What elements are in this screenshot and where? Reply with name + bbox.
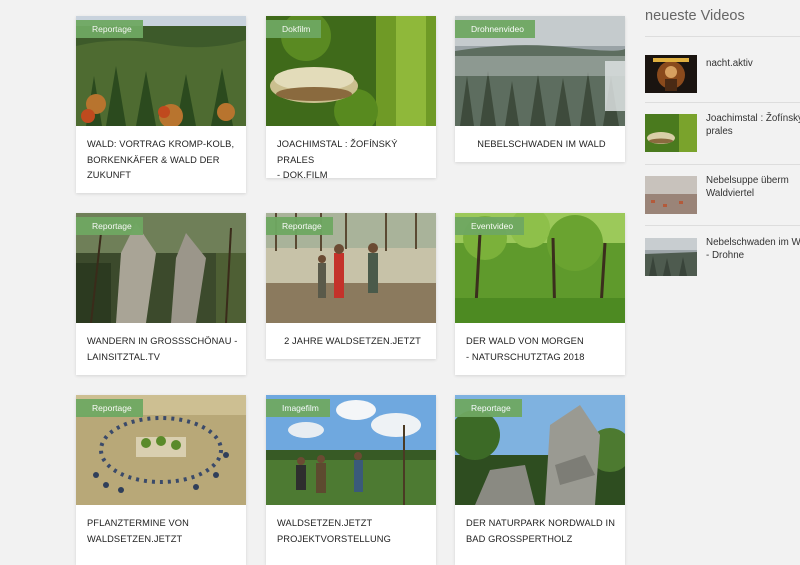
video-thumbnail[interactable] [645,55,697,93]
video-title[interactable]: PFLANZTERMINE VON WALDSETZEN.JETZT [76,505,246,559]
latest-video-item[interactable]: Nebelschwaden im W - Drohne [645,236,800,278]
video-thumbnail[interactable]: Eventvideo [455,213,625,323]
divider [645,102,800,103]
video-title[interactable]: 2 JAHRE WALDSETZEN.JETZT [266,323,436,362]
video-card[interactable]: Eventvideo DER WALD VON MORGEN - NATURSC… [455,213,625,375]
category-badge: Eventvideo [455,217,525,235]
category-badge: Reportage [266,217,333,235]
video-thumbnail[interactable] [645,114,697,152]
latest-video-item[interactable]: Nebelsuppe überm Waldviertel [645,174,800,216]
video-thumbnail[interactable]: Reportage [76,16,246,126]
category-badge: Drohnenvideo [455,20,535,38]
video-title[interactable]: NEBELSCHWADEN IM WALD [455,126,625,165]
category-badge: Reportage [455,399,522,417]
video-card[interactable]: Reportage WANDERN IN GROSSSCHÖNAU - LAIN… [76,213,246,375]
category-badge: Dokfilm [266,20,322,38]
video-thumbnail[interactable] [645,176,697,214]
video-title[interactable]: JOACHIMSTAL : ŽOFÍNSKÝ PRALES - DOK.FILM [266,126,436,196]
video-title[interactable]: WANDERN IN GROSSSCHÖNAU - LAINSITZTAL.TV [76,323,246,377]
video-card[interactable]: Reportage WALD: VORTRAG KROMP-KOLB, BORK… [76,16,246,193]
video-thumbnail[interactable] [645,238,697,276]
latest-video-title[interactable]: Nebelschwaden im W - Drohne [706,236,800,262]
video-thumbnail[interactable]: Reportage [266,213,436,323]
category-badge: Imagefilm [266,399,330,417]
category-badge: Reportage [76,217,143,235]
video-card[interactable]: Reportage 2 JAHRE WALDSETZEN.JETZT [266,213,436,359]
video-title[interactable]: DER WALD VON MORGEN - NATURSCHUTZTAG 201… [455,323,625,377]
category-badge: Reportage [76,399,143,417]
latest-video-title[interactable]: Nebelsuppe überm Waldviertel [706,174,800,200]
video-title[interactable]: WALDSETZEN.JETZT PROJEKTVORSTELLUNG [266,505,436,559]
divider [645,36,800,37]
video-thumbnail[interactable]: Reportage [76,395,246,505]
divider [645,225,800,226]
video-thumbnail[interactable]: Reportage [76,213,246,323]
video-card[interactable]: Drohnenvideo NEBELSCHWADEN IM WALD [455,16,625,162]
video-title[interactable]: DER NATURPARK NORDWALD IN BAD GROSSPERTH… [455,505,625,559]
video-title[interactable]: WALD: VORTRAG KROMP-KOLB, BORKENKÄFER & … [76,126,246,196]
video-thumbnail[interactable]: Imagefilm [266,395,436,505]
video-thumbnail[interactable]: Drohnenvideo [455,16,625,126]
video-card[interactable]: Dokfilm JOACHIMSTAL : ŽOFÍNSKÝ PRALES - … [266,16,436,180]
divider [645,164,800,165]
video-card[interactable]: Reportage DER NATURPARK NORDWALD IN BAD … [455,395,625,565]
video-thumbnail[interactable]: Reportage [455,395,625,505]
category-badge: Reportage [76,20,143,38]
latest-video-title[interactable]: Joachimstal : Žofínský prales [706,112,800,138]
latest-video-item[interactable]: Joachimstal : Žofínský prales [645,112,800,154]
video-card[interactable]: Imagefilm WALDSETZEN.JETZT PROJEKTVORSTE… [266,395,436,565]
sidebar-title: neueste Videos [645,8,745,24]
video-card[interactable]: Reportage PFLANZTERMINE VON WALDSETZEN.J… [76,395,246,565]
latest-video-title[interactable]: nacht.aktiv [706,57,800,70]
latest-video-item[interactable]: nacht.aktiv [645,55,800,95]
video-thumbnail[interactable]: Dokfilm [266,16,436,126]
